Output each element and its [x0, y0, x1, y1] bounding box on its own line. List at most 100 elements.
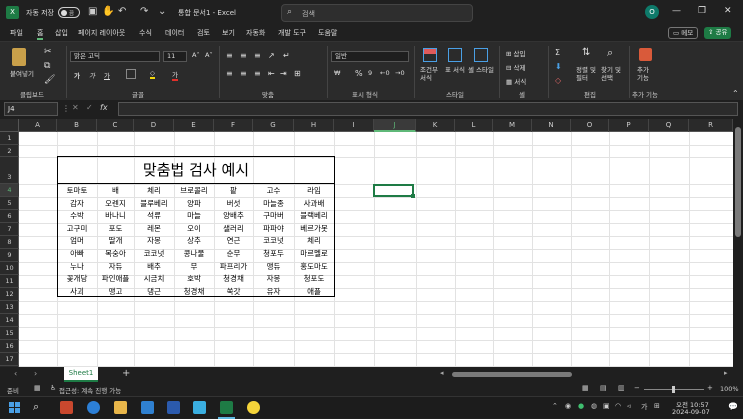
- edge-icon[interactable]: [87, 401, 100, 414]
- column-header-n[interactable]: N: [532, 119, 571, 132]
- table-cell[interactable]: 애플: [294, 286, 334, 297]
- table-cell[interactable]: 오이: [174, 223, 214, 234]
- align-center-icon[interactable]: ≡: [240, 69, 247, 78]
- collapse-ribbon-icon[interactable]: ⌃: [732, 89, 739, 98]
- conditional-format-icon[interactable]: [423, 48, 437, 62]
- column-header-p[interactable]: P: [609, 119, 649, 132]
- cell-styles-icon[interactable]: [474, 48, 488, 62]
- ime-mode-icon[interactable]: ⊞: [654, 402, 660, 410]
- indent-decrease-icon[interactable]: ⇤: [268, 69, 275, 78]
- increase-decimal-icon[interactable]: ←0: [380, 69, 390, 77]
- table-cell[interactable]: 복숭아: [97, 248, 134, 259]
- ime-indicator[interactable]: 가: [641, 402, 647, 412]
- name-box[interactable]: J4: [4, 102, 58, 116]
- page-break-view-icon[interactable]: ▥: [618, 384, 625, 392]
- windows-start-icon[interactable]: [8, 401, 21, 414]
- column-header-c[interactable]: C: [97, 119, 134, 132]
- table-cell[interactable]: 양배추: [214, 210, 253, 221]
- zoom-slider-handle[interactable]: [672, 386, 675, 393]
- table-cell[interactable]: 사괴: [57, 286, 97, 297]
- table-cell[interactable]: 파인애플: [97, 273, 134, 284]
- column-header-d[interactable]: D: [134, 119, 174, 132]
- cell-styles-button[interactable]: 셀 스타일: [468, 66, 494, 74]
- table-cell[interactable]: 엄머: [57, 235, 97, 246]
- row-header-14[interactable]: 14: [0, 314, 19, 327]
- zoom-in-icon[interactable]: +: [707, 384, 713, 392]
- table-cell[interactable]: 레몬: [134, 223, 174, 234]
- tab-view[interactable]: 보기: [222, 28, 235, 38]
- row-header-7[interactable]: 7: [0, 223, 19, 236]
- table-cell[interactable]: 석류: [134, 210, 174, 221]
- table-cell[interactable]: 파파야: [253, 223, 294, 234]
- vertical-scroll-thumb[interactable]: [735, 127, 741, 237]
- hscroll-right-icon[interactable]: ▸: [724, 369, 728, 377]
- zoom-level[interactable]: 100%: [720, 385, 739, 393]
- notification-icon[interactable]: 💬: [728, 402, 738, 411]
- table-cell[interactable]: 호박: [174, 273, 214, 284]
- table-cell[interactable]: 마늘: [174, 210, 214, 221]
- format-painter-icon[interactable]: 🖌: [44, 75, 55, 85]
- align-middle-icon[interactable]: ≡: [240, 51, 247, 60]
- file-explorer-icon[interactable]: [114, 401, 127, 414]
- cut-icon[interactable]: ✂: [44, 47, 52, 57]
- hscroll-left-icon[interactable]: ◂: [440, 369, 444, 377]
- table-cell[interactable]: 라임: [294, 185, 334, 196]
- column-header-b[interactable]: B: [57, 119, 97, 132]
- restore-icon[interactable]: ❐: [698, 6, 706, 16]
- clock-date[interactable]: 2024-09-07: [672, 408, 710, 416]
- tab-help[interactable]: 도움말: [318, 28, 337, 38]
- table-cell[interactable]: 토마토: [57, 185, 97, 196]
- column-header-r[interactable]: R: [689, 119, 733, 132]
- row-header-5[interactable]: 5: [0, 197, 19, 210]
- row-header-13[interactable]: 13: [0, 301, 19, 314]
- column-header-l[interactable]: L: [455, 119, 493, 132]
- column-header-k[interactable]: K: [416, 119, 455, 132]
- conditional-format-button[interactable]: 조건부 서식: [420, 66, 440, 82]
- row-header-1[interactable]: 1: [0, 132, 19, 145]
- normal-view-icon[interactable]: ▦: [582, 384, 589, 392]
- row-header-12[interactable]: 12: [0, 288, 19, 301]
- increase-font-icon[interactable]: A˄: [192, 51, 200, 59]
- horizontal-scroll-thumb[interactable]: [452, 372, 572, 377]
- clear-icon[interactable]: ◇: [555, 76, 561, 85]
- column-header-i[interactable]: I: [334, 119, 374, 132]
- row-header-4[interactable]: 4: [0, 184, 19, 197]
- table-cell[interactable]: 마르멜로: [294, 248, 334, 259]
- table-cell[interactable]: 베르가못: [294, 223, 334, 234]
- table-cell[interactable]: 팥: [214, 185, 253, 196]
- touch-mode-icon[interactable]: ✋: [102, 6, 114, 17]
- excel-taskbar-icon[interactable]: [220, 401, 233, 414]
- table-cell[interactable]: 아빠: [57, 248, 97, 259]
- sheet-tab-sheet1[interactable]: Sheet1: [64, 367, 98, 382]
- comma-icon[interactable]: 9: [368, 69, 372, 77]
- minimize-icon[interactable]: —: [672, 6, 681, 16]
- font-size-select[interactable]: 11: [163, 51, 187, 62]
- table-cell[interactable]: 상추: [174, 235, 214, 246]
- column-header-o[interactable]: O: [571, 119, 609, 132]
- volume-icon[interactable]: ◃: [627, 402, 631, 410]
- row-header-6[interactable]: 6: [0, 210, 19, 223]
- column-header-m[interactable]: M: [493, 119, 532, 132]
- paste-icon[interactable]: [12, 48, 26, 66]
- table-cell[interactable]: 버섯: [214, 198, 253, 209]
- add-sheet-icon[interactable]: +: [122, 368, 130, 379]
- table-cell[interactable]: 오렌지: [97, 198, 134, 209]
- worksheet-grid[interactable]: 맞춤법 검사 예시 토마토 배 체리 브로콜리 팥 고수 라임 감자 오렌지 블루베리 양파 버섯 마늘…: [19, 132, 733, 367]
- table-cell[interactable]: 청포도: [294, 273, 334, 284]
- network-icon[interactable]: ◍: [591, 402, 597, 410]
- table-cell[interactable]: 파프리가: [214, 261, 253, 272]
- vertical-scrollbar[interactable]: [733, 119, 743, 367]
- column-header-a[interactable]: A: [19, 119, 57, 132]
- tray-icon[interactable]: ▣: [603, 402, 610, 410]
- active-cell-j4[interactable]: [373, 184, 415, 198]
- fill-icon[interactable]: ⬇: [555, 62, 562, 71]
- align-bottom-icon[interactable]: ≡: [254, 51, 261, 60]
- app-icon[interactable]: [193, 401, 206, 414]
- column-header-h[interactable]: H: [294, 119, 334, 132]
- percent-icon[interactable]: %: [355, 69, 363, 78]
- column-header-j[interactable]: J: [374, 119, 416, 132]
- table-cell[interactable]: 홍도마도: [294, 261, 334, 272]
- addins-icon[interactable]: [639, 48, 652, 61]
- autosave-toggle[interactable]: 끔: [58, 7, 80, 18]
- fill-color-icon[interactable]: ◇: [150, 69, 155, 79]
